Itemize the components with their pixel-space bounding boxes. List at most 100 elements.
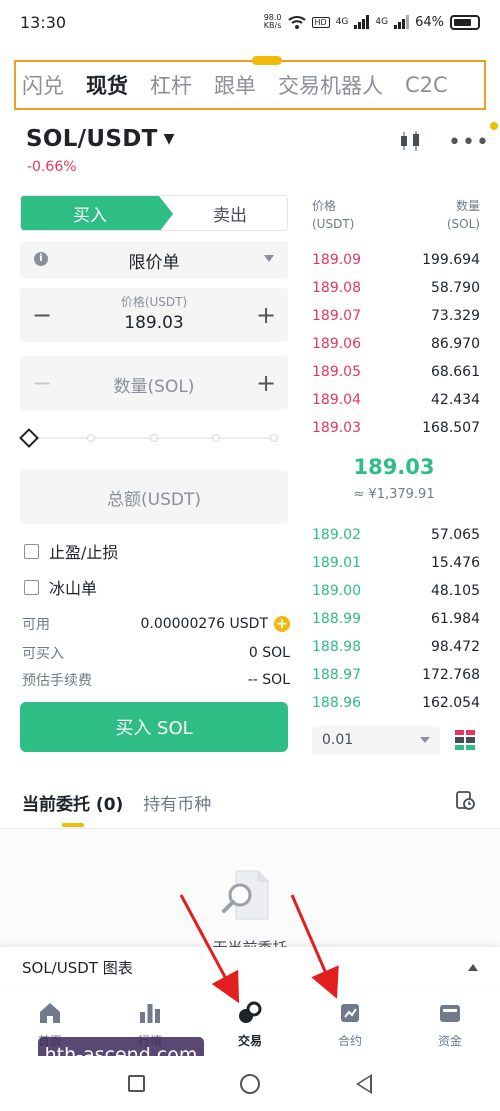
ask-row[interactable]: 189.04 42.434 [304, 386, 484, 414]
order-type-select[interactable]: i 限价单 [20, 241, 288, 279]
nav-futures[interactable]: 合约 [300, 990, 400, 1056]
battery-icon [450, 14, 480, 30]
ask-price: 189.07 [312, 308, 361, 324]
deposit-plus-icon[interactable]: + [274, 616, 290, 632]
tab-indicator [62, 823, 84, 827]
tab-copy-trading[interactable]: 跟单 [214, 70, 256, 100]
back-icon[interactable] [356, 1073, 373, 1094]
trade-icon [239, 1001, 262, 1023]
recent-apps-icon[interactable] [127, 1075, 145, 1092]
system-nav-bar [0, 1056, 500, 1111]
network-speed: 98.0 KB/s [263, 13, 282, 30]
status-time: 13:30 [20, 12, 67, 32]
candlestick-chart-icon[interactable] [398, 130, 424, 152]
buy-tab[interactable]: 买入 [21, 196, 173, 230]
slider-mark-75[interactable] [212, 434, 220, 442]
info-icon[interactable]: i [34, 252, 48, 266]
bid-qty: 48.105 [431, 583, 480, 599]
slider-mark-50[interactable] [150, 434, 158, 442]
checkbox-box [24, 543, 39, 559]
bid-row[interactable]: 189.02 57.065 [304, 521, 484, 549]
slider-thumb[interactable] [19, 428, 39, 448]
order-book-layout-icon[interactable] [455, 730, 475, 750]
dropdown-arrow-icon [420, 737, 430, 743]
side-toggle: 买入 卖出 [20, 195, 288, 231]
ask-qty: 68.661 [431, 364, 480, 380]
price-change: -0.66% [27, 159, 77, 175]
fee-row: 预估手续费 -- SOL [22, 670, 290, 690]
status-icons: 98.0 KB/s HD 4G 4G 64% [264, 14, 480, 30]
order-book-qty-header: 数量 (SOL) [446, 199, 480, 231]
home-icon [40, 1003, 60, 1023]
sell-tab[interactable]: 卖出 [159, 196, 287, 230]
available-row: 可用 0.00000276 USDT + [22, 614, 290, 634]
wifi-icon [287, 16, 306, 29]
ask-row[interactable]: 189.08 58.790 [304, 274, 484, 302]
iceberg-checkbox[interactable]: 冰山单 [24, 575, 97, 599]
pair-selector[interactable]: SOL/USDT ▼ [26, 126, 175, 152]
price-increase-button[interactable]: + [246, 288, 286, 342]
bid-row[interactable]: 189.00 48.105 [304, 577, 484, 605]
caret-down-icon: ▼ [163, 131, 175, 147]
ask-price: 189.06 [312, 336, 361, 352]
tab-trading-bot[interactable]: 交易机器人 [278, 70, 383, 100]
tab-holdings[interactable]: 持有币种 [143, 790, 211, 815]
ask-row[interactable]: 189.09 199.694 [304, 246, 484, 274]
price-input[interactable]: − 价格(USDT) 189.03 + [20, 288, 288, 342]
wallet-icon [440, 1005, 460, 1022]
futures-icon [341, 1004, 359, 1022]
order-history-icon[interactable] [455, 790, 475, 810]
signal-label-2: 4G [375, 17, 389, 27]
checkbox-box [24, 579, 39, 595]
tp-sl-label: 止盈/止损 [49, 543, 119, 562]
tab-open-orders[interactable]: 当前委托 (0) [22, 790, 123, 815]
bid-row[interactable]: 188.96 162.054 [304, 689, 484, 717]
ask-price: 189.03 [312, 420, 361, 436]
tab-swap[interactable]: 闪兑 [22, 70, 64, 100]
order-book-price-header: 价格 (USDT) [312, 199, 355, 231]
quantity-increase-button[interactable]: + [246, 356, 286, 410]
slider-mark-25[interactable] [87, 434, 95, 442]
bid-price: 188.99 [312, 611, 361, 627]
amount-slider[interactable] [19, 428, 282, 448]
ask-row[interactable]: 189.07 73.329 [304, 302, 484, 330]
ask-qty: 168.507 [422, 420, 480, 436]
bid-price: 188.97 [312, 667, 361, 683]
bid-row[interactable]: 188.99 61.984 [304, 605, 484, 633]
expand-up-icon[interactable] [468, 963, 478, 971]
hd-badge: HD [311, 16, 330, 28]
nav-trade[interactable]: 交易 [200, 990, 300, 1056]
bid-row[interactable]: 188.97 172.768 [304, 661, 484, 689]
precision-select[interactable]: 0.01 [312, 726, 440, 754]
signal-icon-2 [394, 15, 410, 29]
pair-symbol: SOL/USDT [26, 126, 158, 152]
chart-drawer-bar[interactable]: SOL/USDT 图表 [0, 947, 500, 987]
tab-spot[interactable]: 现货 [86, 70, 128, 100]
slider-mark-100[interactable] [270, 434, 278, 442]
ask-qty: 86.970 [431, 336, 480, 352]
market-icon [140, 1004, 160, 1023]
home-button-icon[interactable] [240, 1073, 261, 1094]
ask-price: 189.05 [312, 364, 361, 380]
bid-price: 188.96 [312, 695, 361, 711]
tab-margin[interactable]: 杠杆 [150, 70, 192, 100]
quantity-input[interactable]: − 数量(SOL) + [20, 356, 288, 410]
bid-price: 189.02 [312, 527, 361, 543]
total-input[interactable]: 总额(USDT) [20, 470, 288, 524]
more-icon[interactable]: ••• [448, 122, 498, 155]
ask-row[interactable]: 189.03 168.507 [304, 414, 484, 442]
ask-price: 189.08 [312, 280, 361, 296]
ask-row[interactable]: 189.06 86.970 [304, 330, 484, 358]
tp-sl-checkbox[interactable]: 止盈/止损 [24, 539, 118, 563]
iceberg-label: 冰山单 [49, 579, 98, 598]
bid-row[interactable]: 188.98 98.472 [304, 633, 484, 661]
ask-row[interactable]: 189.05 68.661 [304, 358, 484, 386]
buy-sol-button[interactable]: 买入 SOL [20, 702, 288, 752]
last-price-fiat: ≈ ¥1,379.91 [353, 487, 435, 502]
order-type-value: 限价单 [128, 252, 180, 273]
orders-tabs: 当前委托 (0) 持有币种 [22, 790, 211, 815]
bid-price: 188.98 [312, 639, 361, 655]
bid-row[interactable]: 189.01 15.476 [304, 549, 484, 577]
tab-c2c[interactable]: C2C [405, 73, 448, 97]
nav-assets[interactable]: 资金 [400, 990, 500, 1056]
